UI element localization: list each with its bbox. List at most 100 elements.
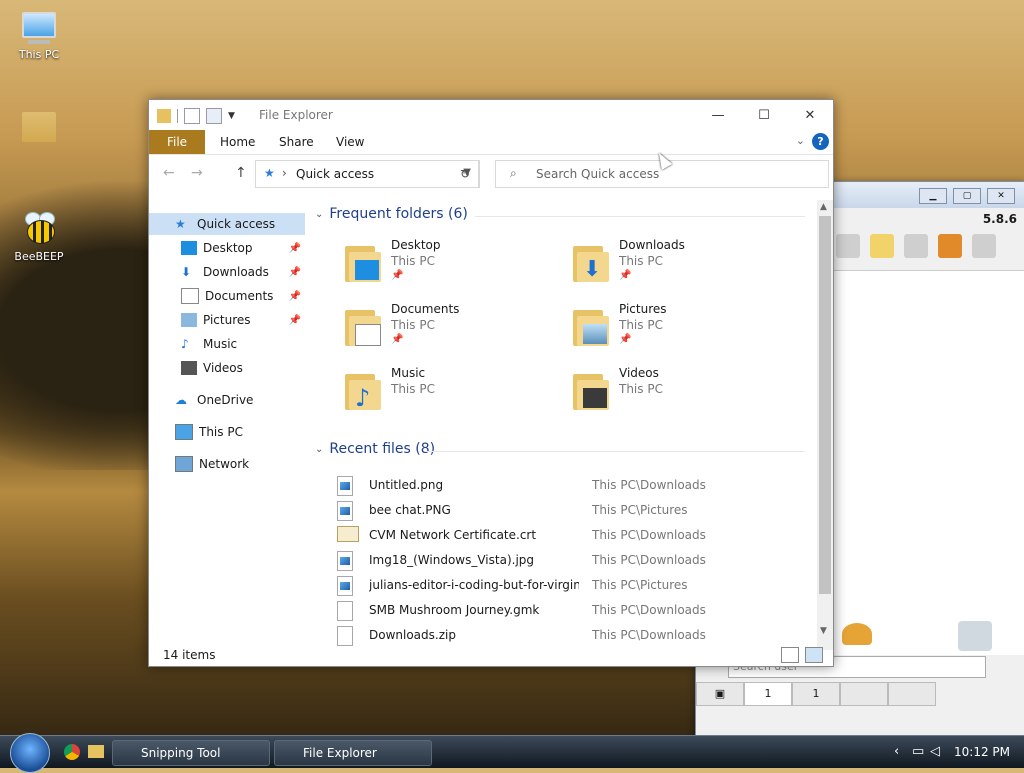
sidebar-item-desktop[interactable]: Desktop 📌 xyxy=(149,237,305,259)
image-file-icon xyxy=(337,501,353,521)
recycle-bin-icon[interactable] xyxy=(958,621,992,651)
new-folder-icon[interactable] xyxy=(206,108,222,124)
vertical-scrollbar[interactable]: ▲ ▼ xyxy=(817,200,833,650)
tab-online[interactable]: ▣ xyxy=(696,682,744,706)
scroll-up-icon[interactable]: ▲ xyxy=(820,202,827,212)
details-view-icon[interactable] xyxy=(781,647,799,663)
large-icons-view-icon[interactable] xyxy=(805,647,823,663)
tab-view[interactable]: View xyxy=(336,130,364,154)
tab-home[interactable]: Home xyxy=(220,130,255,154)
help-icon[interactable]: ? xyxy=(812,133,829,150)
tab-share[interactable]: Share xyxy=(279,130,314,154)
chevron-down-icon[interactable]: ▼ xyxy=(228,111,235,121)
documents-icon xyxy=(181,288,199,304)
folder-tile-pictures[interactable]: Pictures This PC 📌 xyxy=(573,302,773,358)
edit-icon[interactable] xyxy=(870,234,894,258)
recent-file-row[interactable]: SMB Mushroom Journey.gmk This PC\Downloa… xyxy=(337,599,807,623)
chevron-down-icon[interactable]: ⌄ xyxy=(315,209,323,220)
desktop-icon-this-pc[interactable]: This PC xyxy=(2,12,76,61)
pin-icon[interactable]: 📌 xyxy=(289,243,301,254)
bee-icon xyxy=(21,212,57,246)
recent-file-row[interactable]: Untitled.png This PC\Downloads xyxy=(337,474,807,498)
window-title: File Explorer xyxy=(259,108,333,122)
chrome-icon[interactable] xyxy=(64,744,80,760)
trash-icon[interactable] xyxy=(972,234,996,258)
scrollbar-thumb[interactable] xyxy=(819,216,831,594)
desktop-icon-beebeep[interactable]: BeeBEEP xyxy=(2,212,76,263)
folder-tile-videos[interactable]: Videos This PC xyxy=(573,366,773,422)
sidebar-item-network[interactable]: Network xyxy=(149,453,305,475)
maximize-button[interactable]: ▢ xyxy=(953,188,981,204)
download-icon: ⬇ xyxy=(181,265,192,279)
recent-file-row[interactable]: Img18_(Windows_Vista).jpg This PC\Downlo… xyxy=(337,549,807,573)
minimize-button[interactable]: — xyxy=(695,100,741,130)
sidebar-item-downloads[interactable]: ⬇ Downloads 📌 xyxy=(149,261,305,283)
start-button[interactable] xyxy=(10,733,50,773)
navigation-bar: ← → ↑ ★ › Quick access ▼ ↻ ⌕ Search Quic… xyxy=(149,155,833,191)
network-icon[interactable]: ▭ xyxy=(912,744,924,759)
chevron-down-icon[interactable]: ⌄ xyxy=(796,134,805,147)
tab-file[interactable]: File xyxy=(149,130,205,154)
folder-tile-music[interactable]: ♪ Music This PC xyxy=(345,366,545,422)
folder-tile-downloads[interactable]: ⬇ Downloads This PC 📌 xyxy=(573,238,773,294)
recent-files-header[interactable]: ⌄ Recent files (8) xyxy=(315,441,435,457)
taskbar: Snipping Tool File Explorer ‹ ▭ ◁ 10:12 … xyxy=(0,733,1024,773)
pin-icon[interactable]: 📌 xyxy=(289,291,301,302)
sidebar-item-documents[interactable]: Documents 📌 xyxy=(149,285,305,307)
taskbar-button-file-explorer[interactable]: File Explorer xyxy=(274,740,432,766)
tab-chats[interactable]: 1 xyxy=(792,682,840,706)
sidebar-item-this-pc[interactable]: This PC xyxy=(149,421,305,443)
tools-icon[interactable] xyxy=(904,234,928,258)
frequent-folders-header[interactable]: ⌄ Frequent folders (6) xyxy=(315,206,468,222)
close-button[interactable]: ✕ xyxy=(787,100,833,130)
explorer-titlebar[interactable]: ▼ File Explorer — ☐ ✕ xyxy=(149,100,833,130)
forward-arrow-icon[interactable]: → xyxy=(191,165,203,181)
scroll-down-icon[interactable]: ▼ xyxy=(820,626,827,636)
recent-file-row[interactable]: julians-editor-i-coding-but-for-virgin..… xyxy=(337,574,807,598)
network-icon xyxy=(175,456,193,472)
search-icon: ⌕ xyxy=(510,166,517,180)
chevron-left-icon[interactable]: ‹ xyxy=(894,744,899,759)
upload-icon[interactable] xyxy=(938,234,962,258)
back-arrow-icon[interactable]: ← xyxy=(163,165,175,181)
recent-file-row[interactable]: CVM Network Certificate.crt This PC\Down… xyxy=(337,524,807,548)
desktop-icon-folder[interactable] xyxy=(2,112,76,146)
sidebar-item-music[interactable]: ♪ Music xyxy=(149,333,305,355)
chevron-down-icon[interactable]: ⌄ xyxy=(315,444,323,455)
folder-icon: ⬇ xyxy=(573,242,609,282)
tab-shares[interactable] xyxy=(888,682,936,706)
chevron-right-icon[interactable]: › xyxy=(282,166,287,180)
content-pane: ⌄ Frequent folders (6) Desktop This PC 📌… xyxy=(305,200,815,650)
properties-icon[interactable] xyxy=(184,108,200,124)
folder-icon xyxy=(157,109,171,123)
up-arrow-icon[interactable]: ↑ xyxy=(235,165,247,181)
folder-tile-documents[interactable]: Documents This PC 📌 xyxy=(345,302,545,358)
tab-groups[interactable] xyxy=(840,682,888,706)
recent-file-row[interactable]: bee chat.PNG This PC\Pictures xyxy=(337,499,807,523)
clock[interactable]: 10:12 PM xyxy=(954,745,1010,759)
maximize-button[interactable]: ☐ xyxy=(741,100,787,130)
volume-muted-icon[interactable]: ◁ xyxy=(930,744,940,759)
sidebar-item-pictures[interactable]: Pictures 📌 xyxy=(149,309,305,331)
sidebar-item-onedrive[interactable]: ☁ OneDrive xyxy=(149,389,305,411)
pin-icon[interactable]: 📌 xyxy=(289,315,301,326)
folder-icon xyxy=(345,306,381,346)
star-icon: ★ xyxy=(264,166,275,180)
address-bar[interactable]: ★ › Quick access ▼ xyxy=(255,160,480,188)
minimize-button[interactable]: ▁ xyxy=(919,188,947,204)
home-icon[interactable] xyxy=(836,234,860,258)
navigation-pane: ★ Quick access Desktop 📌 ⬇ Downloads 📌 D… xyxy=(149,210,305,650)
folder-icon[interactable] xyxy=(88,745,104,758)
sidebar-item-videos[interactable]: Videos xyxy=(149,357,305,379)
videos-icon xyxy=(181,361,197,375)
beebeep-toolbar xyxy=(836,234,996,258)
tab-users[interactable]: 1 xyxy=(744,682,792,706)
taskbar-button-snipping-tool[interactable]: Snipping Tool xyxy=(112,740,270,766)
folder-tile-desktop[interactable]: Desktop This PC 📌 xyxy=(345,238,545,294)
sidebar-item-quick-access[interactable]: ★ Quick access xyxy=(149,213,305,235)
close-button[interactable]: ✕ xyxy=(987,188,1015,204)
pictures-icon xyxy=(181,313,197,327)
refresh-button[interactable]: ↻ xyxy=(452,160,479,188)
pin-icon[interactable]: 📌 xyxy=(289,267,301,278)
users-icon[interactable] xyxy=(842,623,872,645)
